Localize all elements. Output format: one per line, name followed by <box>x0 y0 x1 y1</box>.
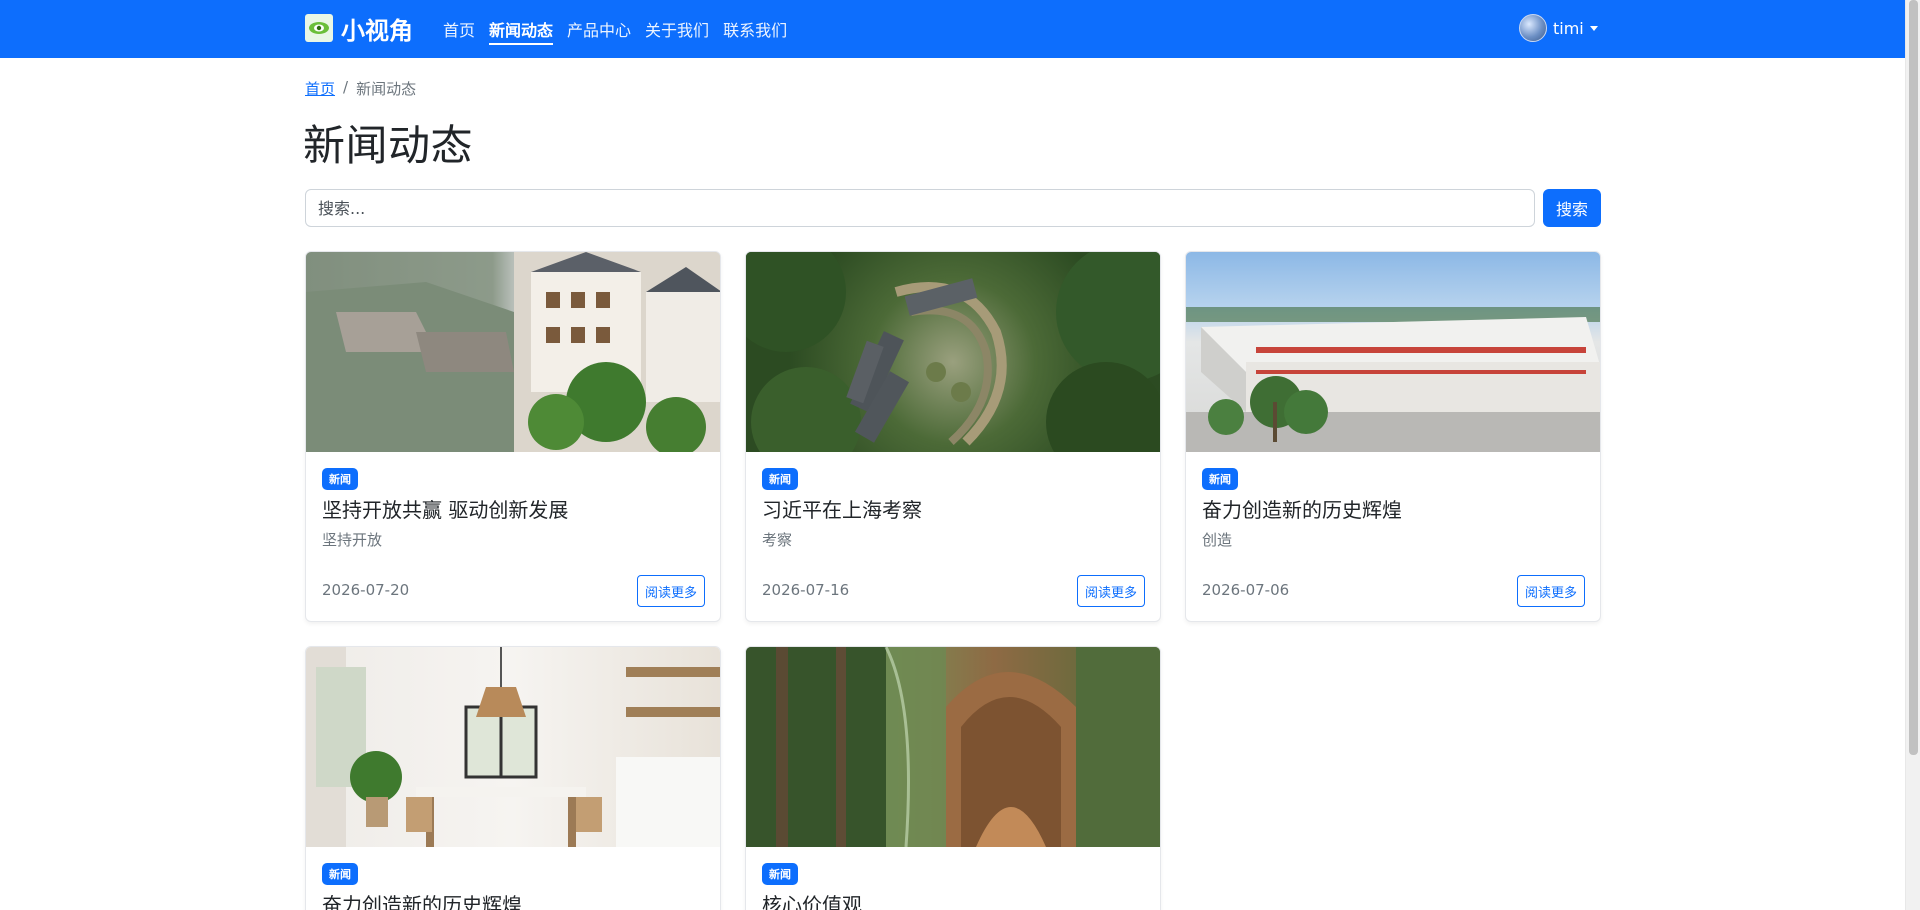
search-input[interactable] <box>305 189 1535 227</box>
category-badge: 新闻 <box>762 468 798 490</box>
page-scrollbar[interactable] <box>1905 0 1920 910</box>
read-more-button[interactable]: 阅读更多 <box>636 575 705 607</box>
brand-name: 小视角 <box>341 16 413 45</box>
category-badge: 新闻 <box>762 863 798 885</box>
top-navbar: 小视角 首页 新闻动态 产品中心 关于我们 联系我们 timi <box>0 0 1905 58</box>
card-title[interactable]: 坚持开放共赢 驱动创新发展 <box>322 494 568 523</box>
news-image[interactable] <box>1186 252 1600 452</box>
breadcrumb: 首页 / 新闻动态 <box>305 78 416 99</box>
avatar <box>1519 14 1547 42</box>
chevron-down-icon <box>1589 25 1598 31</box>
news-image[interactable] <box>746 252 1160 452</box>
card-subtitle: 坚持开放 <box>322 531 383 549</box>
username: timi <box>1553 18 1584 38</box>
scrollbar-thumb[interactable] <box>1909 0 1918 755</box>
nav-link-contact[interactable]: 联系我们 <box>716 0 794 58</box>
page-title: 新闻动态 <box>303 121 474 170</box>
news-image[interactable] <box>306 647 720 847</box>
user-menu[interactable]: timi <box>1519 13 1598 43</box>
news-image[interactable] <box>306 252 720 452</box>
card-date: 2026-07-20 <box>322 581 410 599</box>
nav-link-about[interactable]: 关于我们 <box>638 0 716 58</box>
breadcrumb-separator: / <box>343 78 349 96</box>
breadcrumb-home-link[interactable]: 首页 <box>305 78 335 99</box>
card-subtitle: 考察 <box>762 531 793 549</box>
card-title[interactable]: 核心价值观 <box>762 889 862 910</box>
brand[interactable]: 小视角 <box>305 13 413 45</box>
eye-logo-icon <box>305 14 333 42</box>
news-card: 新闻 核心价值观 <box>745 646 1161 910</box>
read-more-button[interactable]: 阅读更多 <box>1516 575 1585 607</box>
card-title[interactable]: 奋力创造新的历史辉煌 <box>1202 494 1402 523</box>
search-button[interactable]: 搜索 <box>1543 189 1601 227</box>
card-title[interactable]: 习近平在上海考察 <box>762 494 922 523</box>
category-badge: 新闻 <box>322 468 358 490</box>
news-card: 新闻 奋力创造新的历史辉煌 <box>305 646 721 910</box>
card-title[interactable]: 奋力创造新的历史辉煌 <box>322 889 522 910</box>
card-date: 2026-07-06 <box>1202 581 1290 599</box>
card-date: 2026-07-16 <box>762 581 850 599</box>
nav-link-products[interactable]: 产品中心 <box>560 0 638 58</box>
category-badge: 新闻 <box>1202 468 1238 490</box>
nav-links: 首页 新闻动态 产品中心 关于我们 联系我们 <box>436 0 794 58</box>
breadcrumb-current: 新闻动态 <box>356 80 417 98</box>
card-subtitle: 创造 <box>1202 531 1233 549</box>
nav-link-home[interactable]: 首页 <box>436 0 482 58</box>
news-card: 新闻 坚持开放共赢 驱动创新发展 坚持开放 2026-07-20 阅读更多 <box>305 251 721 622</box>
news-card: 新闻 习近平在上海考察 考察 2026-07-16 阅读更多 <box>745 251 1161 622</box>
news-card: 新闻 奋力创造新的历史辉煌 创造 2026-07-06 阅读更多 <box>1185 251 1601 622</box>
category-badge: 新闻 <box>322 863 358 885</box>
nav-link-news[interactable]: 新闻动态 <box>482 0 560 58</box>
news-image[interactable] <box>746 647 1160 847</box>
read-more-button[interactable]: 阅读更多 <box>1076 575 1145 607</box>
